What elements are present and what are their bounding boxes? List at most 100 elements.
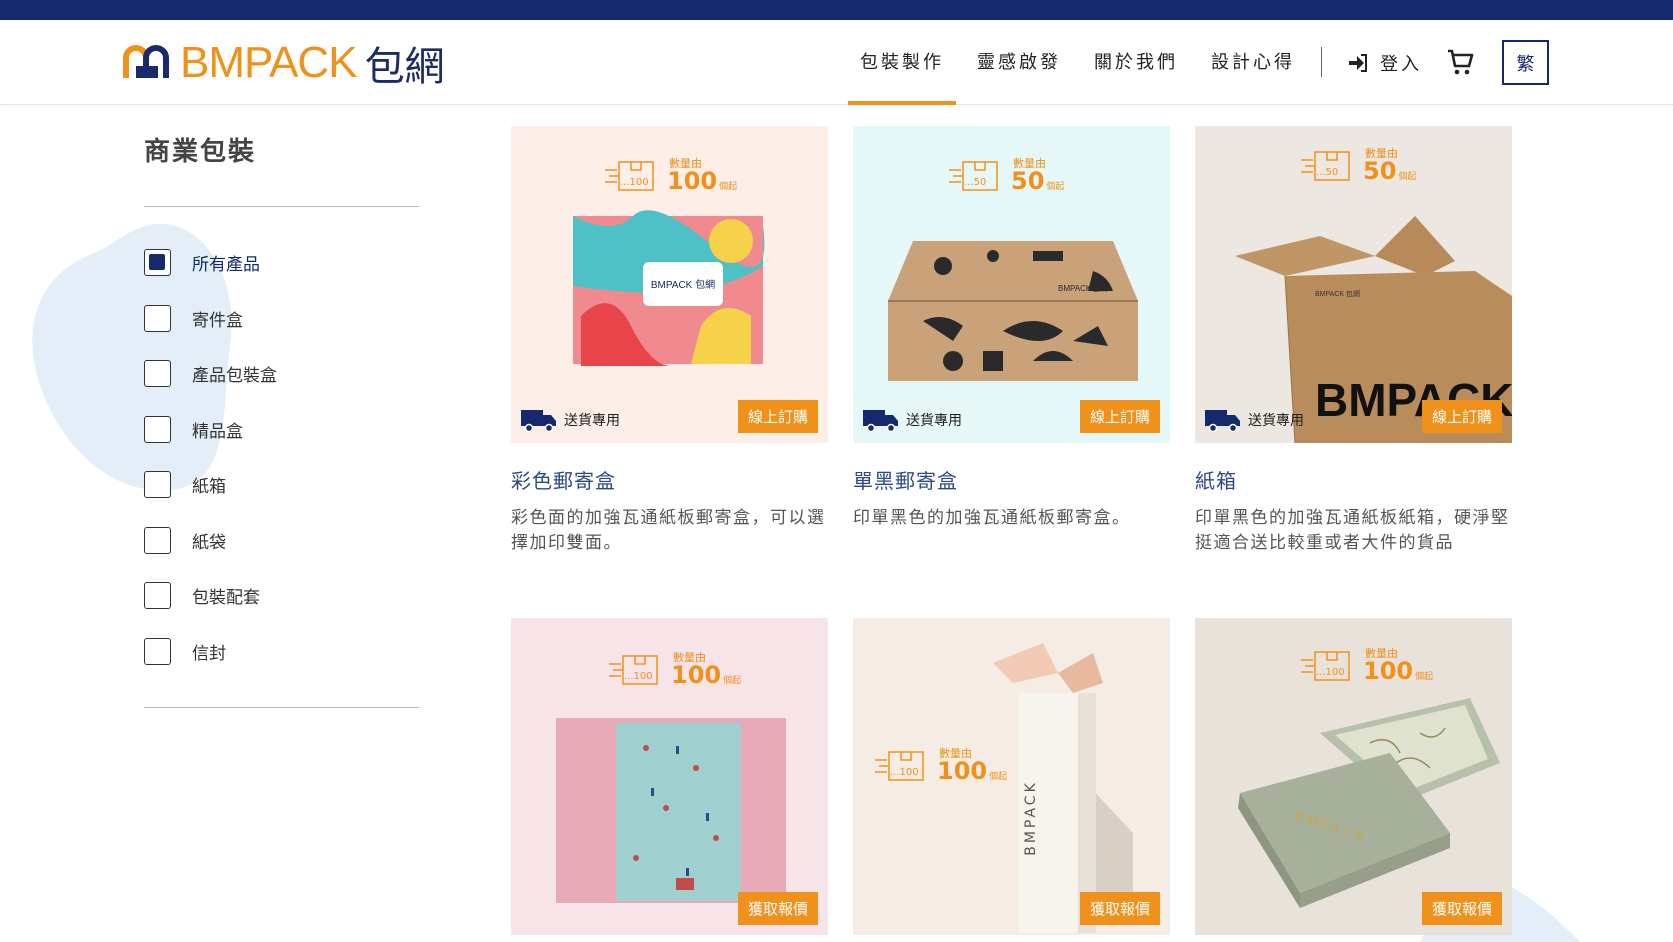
nav-item-about[interactable]: 關於我們 <box>1094 20 1178 105</box>
product-name[interactable]: 彩色郵寄盒 <box>511 465 828 494</box>
logo-text: BMPACK <box>180 38 358 87</box>
product-description: 彩色面的加強瓦通紙板郵寄盒，可以選擇加印雙面。 <box>511 508 826 553</box>
category-all[interactable]: 所有產品 <box>144 235 419 291</box>
qty-unit: 個起 <box>1398 172 1417 182</box>
printed-gift-box-image <box>556 718 786 903</box>
get-quote-button[interactable]: 獲取報價 <box>1421 892 1502 925</box>
checkbox[interactable] <box>144 637 171 665</box>
sidebar-title: 商業包裝 <box>144 137 257 167</box>
login-icon <box>1349 53 1367 72</box>
category-label: 包裝配套 <box>192 588 260 609</box>
checkbox[interactable] <box>144 304 171 332</box>
checkbox[interactable] <box>144 471 171 499</box>
black-mailer-box-image: BMPACK包網 <box>888 241 1138 381</box>
checkbox[interactable] <box>144 526 171 554</box>
product-image[interactable]: ...100 數量由 100 個起 BMPACK 獲取報價 <box>1195 618 1512 935</box>
category-mailer-box[interactable]: 寄件盒 <box>144 291 419 347</box>
qty-small: ...50 <box>1316 166 1339 178</box>
category-gift-box[interactable]: 精品盒 <box>144 402 419 458</box>
product-image[interactable]: ...50 數量由 50 個起 BMPACK包網 送貨專用 線上訂購 <box>853 126 1170 443</box>
category-sidebar: 商業包裝 所有產品 寄件盒 產品包裝盒 精品盒 紙箱 紙袋 包裝配套 信封 <box>144 105 419 708</box>
divider <box>144 707 419 708</box>
category-list: 所有產品 寄件盒 產品包裝盒 精品盒 紙箱 紙袋 包裝配套 信封 <box>144 235 419 679</box>
product-card[interactable]: ...50 數量由 50 個起 BMPACK 包網 BMPACK 送貨專用 線上訂購… <box>1195 126 1512 556</box>
nav-item-inspiration[interactable]: 靈感啟發 <box>977 20 1061 105</box>
get-quote-button[interactable]: 獲取報價 <box>1079 892 1160 925</box>
truck-icon <box>863 410 898 432</box>
category-label: 寄件盒 <box>192 310 243 331</box>
qty-small: ...100 <box>890 766 919 778</box>
min-qty-badge: ...100 數量由 100 個起 <box>1299 648 1433 683</box>
logo[interactable]: BMPACK 包網 <box>122 38 445 90</box>
qty-unit: 個起 <box>723 676 742 686</box>
category-paper-bag[interactable]: 紙袋 <box>144 513 419 569</box>
product-card[interactable]: ...100 數量由 100 個起 BMPACK 包網 送貨專用 線上訂購 彩色郵寄… <box>511 126 828 556</box>
product-image[interactable]: ...50 數量由 50 個起 BMPACK 包網 BMPACK 送貨專用 線上訂購 <box>1195 126 1512 443</box>
tuck-end-box-image <box>993 643 1133 933</box>
qty-unit: 個起 <box>719 182 738 192</box>
qty-box-icon: ...50 <box>947 160 1005 192</box>
site-header: BMPACK 包網 包裝製作 靈感啟發 關於我們 設計心得 登入 繁 <box>0 20 1673 105</box>
logo-cn-text: 包網 <box>364 44 445 90</box>
language-toggle[interactable]: 繁 <box>1502 40 1549 85</box>
product-image[interactable]: ...100 數量由 100 個起 BMPACK 獲取報價 <box>853 618 1170 935</box>
delivery-tag: 送貨專用 <box>863 408 962 432</box>
svg-text:BMPACK 包網: BMPACK 包網 <box>1315 289 1360 298</box>
category-accessories[interactable]: 包裝配套 <box>144 568 419 624</box>
get-quote-button[interactable]: 獲取報價 <box>737 892 818 925</box>
qty-number: 100 <box>937 757 988 785</box>
product-image[interactable]: ...100 數量由 100 個起 BMPACK 包網 送貨專用 線上訂購 <box>511 126 828 443</box>
qty-small: ...100 <box>624 670 653 682</box>
delivery-tag: 送貨專用 <box>521 408 620 432</box>
qty-number: 100 <box>1363 657 1414 685</box>
box-print-text: BMPACK <box>1023 780 1039 856</box>
order-online-button[interactable]: 線上訂購 <box>1421 400 1502 433</box>
product-card[interactable]: ...50 數量由 50 個起 BMPACK包網 送貨專用 線上訂購 單黑郵寄盒 印… <box>853 126 1170 531</box>
checkbox[interactable] <box>144 249 171 277</box>
category-product-box[interactable]: 產品包裝盒 <box>144 346 419 402</box>
product-name[interactable]: 紙箱 <box>1195 465 1512 494</box>
category-label: 紙箱 <box>192 477 226 498</box>
min-qty-badge: ...50 數量由 50 個起 <box>1299 148 1416 183</box>
top-accent-bar <box>0 0 1673 20</box>
svg-text:BMPACK包網: BMPACK包網 <box>1058 283 1107 293</box>
qty-number: 100 <box>667 167 718 195</box>
product-card[interactable]: ...100 數量由 100 個起 BMPACK 獲取報價 <box>853 618 1170 935</box>
qty-small: ...100 <box>620 176 649 188</box>
divider <box>144 206 419 207</box>
nav-item-packaging[interactable]: 包裝製作 <box>848 20 956 105</box>
order-online-button[interactable]: 線上訂購 <box>1079 400 1160 433</box>
product-description: 印單黑色的加強瓦通紙板紙箱，硬淨堅挺適合送比較重或者大件的貨品 <box>1195 508 1510 553</box>
product-image[interactable]: ...100 數量由 100 個起 獲取報價 <box>511 618 828 935</box>
qty-unit: 個起 <box>1046 182 1065 192</box>
qty-box-icon: ...100 <box>1299 650 1357 682</box>
product-name[interactable]: 單黑郵寄盒 <box>853 465 1170 494</box>
category-label: 所有產品 <box>192 255 260 276</box>
min-qty-badge: ...100 數量由 100 個起 <box>607 652 741 687</box>
product-card[interactable]: ...100 數量由 100 個起 BMPACK 獲取報價 <box>1195 618 1512 935</box>
login-link[interactable]: 登入 <box>1348 20 1422 105</box>
product-card[interactable]: ...100 數量由 100 個起 獲取報價 <box>511 618 828 935</box>
category-carton[interactable]: 紙箱 <box>144 457 419 513</box>
colour-mailer-box-image: BMPACK 包網 <box>573 210 765 366</box>
checkbox[interactable] <box>144 415 171 443</box>
category-label: 紙袋 <box>192 532 226 553</box>
product-description: 印單黑色的加強瓦通紙板郵寄盒。 <box>853 508 1131 528</box>
cart-icon <box>1448 49 1474 75</box>
order-online-button[interactable]: 線上訂購 <box>737 400 818 433</box>
cart-button[interactable] <box>1446 48 1474 80</box>
checkbox[interactable] <box>144 360 171 388</box>
delivery-tag: 送貨專用 <box>1205 408 1304 432</box>
qty-box-icon: ...100 <box>607 654 665 686</box>
rigid-gift-box-image <box>1238 698 1500 908</box>
checkbox[interactable] <box>144 582 171 610</box>
qty-box-icon: ...50 <box>1299 150 1357 182</box>
delivery-label: 送貨專用 <box>564 413 620 429</box>
delivery-label: 送貨專用 <box>1248 413 1304 429</box>
logo-mark-icon <box>123 45 169 78</box>
delivery-label: 送貨專用 <box>906 413 962 429</box>
svg-text:BMPACK 包網: BMPACK 包網 <box>651 278 715 291</box>
qty-number: 50 <box>1363 157 1397 185</box>
nav-item-design-notes[interactable]: 設計心得 <box>1211 20 1295 105</box>
category-envelope[interactable]: 信封 <box>144 624 419 680</box>
